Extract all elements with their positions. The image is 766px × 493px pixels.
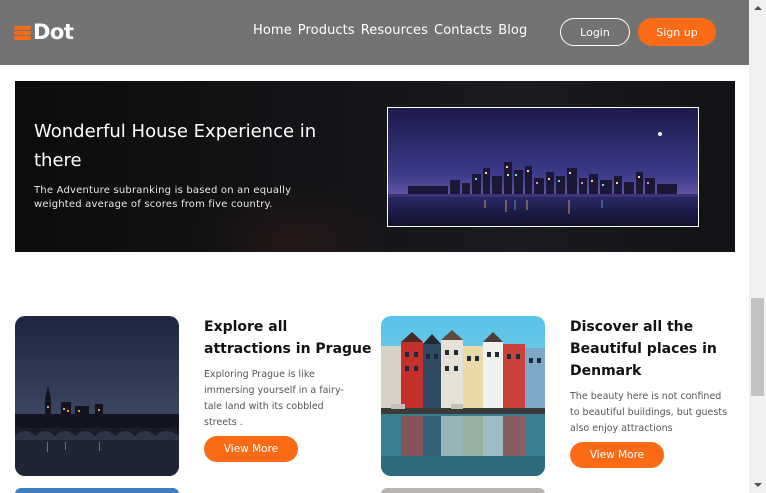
- scroll-down-arrow-icon[interactable]: [754, 483, 762, 487]
- prague-night-image: [15, 316, 179, 476]
- view-more-button-prague[interactable]: View More: [204, 436, 298, 462]
- card-title-prague: Explore all attractions in Prague: [204, 319, 372, 357]
- page-scrollbar[interactable]: [749, 0, 766, 493]
- next-card-image-peek: [15, 488, 179, 493]
- nav-products[interactable]: Products: [298, 23, 355, 38]
- nav-blog[interactable]: Blog: [498, 23, 527, 38]
- next-card-image-peek: [381, 488, 545, 493]
- login-button[interactable]: Login: [560, 18, 630, 46]
- scrollbar-thumb[interactable]: [751, 298, 764, 396]
- hero-banner: Wonderful House Experience in there The …: [15, 81, 735, 252]
- city-night-skyline-image: [387, 107, 699, 227]
- nav-home[interactable]: Home: [253, 23, 292, 38]
- main-nav: Home Products Resources Contacts Blog: [253, 23, 527, 38]
- nav-contacts[interactable]: Contacts: [434, 23, 492, 38]
- hero-title: Wonderful House Experience in there: [34, 121, 317, 171]
- logo-stack-icon: [14, 24, 31, 41]
- brand-logo[interactable]: Dot: [14, 19, 74, 45]
- card-description-prague: Exploring Prague is like immersing yours…: [204, 369, 344, 428]
- view-more-button-denmark[interactable]: View More: [570, 442, 664, 468]
- brand-name: Dot: [33, 20, 74, 44]
- card-description-denmark: The beauty here is not confined to beaut…: [570, 391, 728, 434]
- nav-resources[interactable]: Resources: [361, 23, 428, 38]
- site-header: Dot Home Products Resources Contacts Blo…: [0, 0, 749, 65]
- copenhagen-houses-image: [381, 316, 545, 476]
- scroll-up-arrow-icon[interactable]: [754, 6, 762, 10]
- signup-button[interactable]: Sign up: [638, 18, 716, 46]
- card-title-denmark: Discover all the Beautiful places in Den…: [570, 319, 717, 379]
- hero-description: The Adventure subranking is based on an …: [34, 185, 292, 210]
